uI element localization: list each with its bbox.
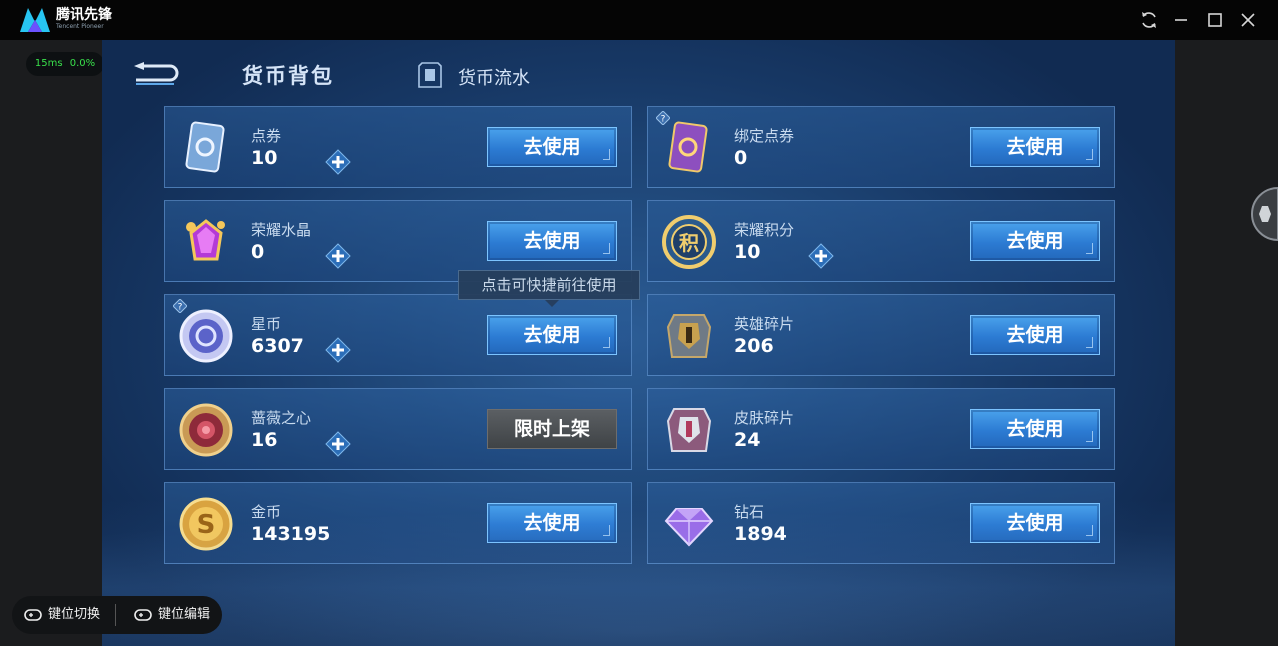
currency-name: 钻石 <box>734 503 765 521</box>
side-menu-handle-icon[interactable] <box>1240 186 1278 242</box>
gamepad-icon <box>24 609 42 621</box>
back-arrow-icon[interactable] <box>130 60 186 86</box>
star-coin-icon <box>179 309 233 363</box>
emulator-window: 腾讯先锋 Tencent Pioneer 15ms 0.0% 货币背包 货币流水… <box>0 0 1278 646</box>
honor-points-icon: 积 <box>662 215 716 269</box>
currency-card-honor-points: 积 荣耀积分 10 去使用 <box>647 200 1115 282</box>
bound-coupon-icon <box>668 121 708 173</box>
use-button[interactable]: 去使用 <box>970 127 1100 167</box>
currency-card-diamond: 钻石 1894 去使用 <box>647 482 1115 564</box>
help-icon[interactable]: ? <box>656 111 670 125</box>
currency-card-coupon: 点券 10 去使用 <box>164 106 632 188</box>
currency-card-rose-heart: 蔷薇之心 16 限时上架 <box>164 388 632 470</box>
use-button[interactable]: 去使用 <box>487 315 617 355</box>
svg-text:S: S <box>197 510 216 540</box>
currency-flow-label: 货币流水 <box>458 68 530 89</box>
currency-value: 10 <box>251 147 278 169</box>
key-switch-button[interactable]: 键位切换 <box>48 596 100 634</box>
app-name: 腾讯先锋 <box>56 7 112 23</box>
use-button[interactable]: 去使用 <box>970 315 1100 355</box>
loss-value: 0.0% <box>69 58 96 69</box>
currency-card-star-coin: ? 星币 6307 去使用 <box>164 294 632 376</box>
minimize-icon[interactable] <box>1170 9 1192 31</box>
add-icon[interactable] <box>325 431 351 457</box>
currency-card-gold: S 金币 143195 去使用 <box>164 482 632 564</box>
use-button[interactable]: 去使用 <box>487 221 617 261</box>
use-button[interactable]: 去使用 <box>970 221 1100 261</box>
currency-card-skin-fragment: 皮肤碎片 24 去使用 <box>647 388 1115 470</box>
page-title: 货币背包 <box>242 64 334 88</box>
rose-heart-icon <box>179 403 233 457</box>
add-icon[interactable] <box>325 337 351 363</box>
diamond-icon <box>664 508 714 547</box>
add-icon[interactable] <box>808 243 834 269</box>
use-button[interactable]: 去使用 <box>487 503 617 543</box>
svg-text:积: 积 <box>679 231 699 255</box>
currency-card-bound-coupon: ? 绑定点券 0 去使用 <box>647 106 1115 188</box>
hero-fragment-icon <box>666 314 712 358</box>
use-button[interactable]: 去使用 <box>487 127 617 167</box>
help-icon[interactable]: ? <box>173 299 187 313</box>
add-icon[interactable] <box>325 243 351 269</box>
tooltip: 点击可快捷前往使用 <box>458 270 640 307</box>
currency-value: 16 <box>251 429 278 451</box>
key-edit-button[interactable]: 键位编辑 <box>158 596 210 634</box>
app-subtitle: Tencent Pioneer <box>56 23 104 30</box>
key-mapping-bar: 键位切换 键位编辑 <box>12 596 222 634</box>
currency-value: 206 <box>734 335 774 357</box>
gamepad-icon <box>134 609 152 621</box>
add-icon[interactable] <box>325 149 351 175</box>
gold-coin-icon: S <box>179 497 233 551</box>
title-bar: 腾讯先锋 Tencent Pioneer <box>0 0 1278 40</box>
limited-time-button[interactable]: 限时上架 <box>487 409 617 449</box>
currency-name: 点券 <box>251 127 282 145</box>
currency-name: 绑定点券 <box>734 127 795 145</box>
use-button[interactable]: 去使用 <box>970 409 1100 449</box>
close-icon[interactable] <box>1237 9 1259 31</box>
performance-badge: 15ms 0.0% <box>26 52 104 76</box>
refresh-icon[interactable] <box>1138 9 1160 31</box>
currency-value: 1894 <box>734 523 787 545</box>
currency-value: 24 <box>734 429 761 451</box>
game-screen: 货币背包 货币流水 点券 10 去使用 荣耀水晶 0 去使用 ? 星币 6307… <box>102 40 1175 646</box>
currency-name: 星币 <box>251 315 282 333</box>
coupon-icon <box>185 121 225 173</box>
currency-value: 0 <box>734 147 748 169</box>
divider <box>115 604 116 626</box>
skin-fragment-icon <box>666 408 712 452</box>
ledger-icon <box>418 62 442 88</box>
currency-name: 皮肤碎片 <box>734 409 795 427</box>
currency-card-hero-fragment: 英雄碎片 206 去使用 <box>647 294 1115 376</box>
currency-value: 10 <box>734 241 761 263</box>
currency-value: 6307 <box>251 335 304 357</box>
currency-name: 荣耀水晶 <box>251 221 312 239</box>
currency-name: 金币 <box>251 503 282 521</box>
currency-name: 荣耀积分 <box>734 221 795 239</box>
svg-text:?: ? <box>661 115 666 125</box>
maximize-icon[interactable] <box>1204 9 1226 31</box>
crystal-icon <box>186 219 225 261</box>
currency-value: 143195 <box>251 523 331 545</box>
currency-value: 0 <box>251 241 265 263</box>
latency-value: 15ms <box>34 58 63 69</box>
currency-name: 蔷薇之心 <box>251 409 312 427</box>
currency-name: 英雄碎片 <box>734 315 795 333</box>
app-logo-icon <box>20 8 50 32</box>
use-button[interactable]: 去使用 <box>970 503 1100 543</box>
svg-text:?: ? <box>178 303 183 313</box>
currency-card-crystal: 荣耀水晶 0 去使用 <box>164 200 632 282</box>
